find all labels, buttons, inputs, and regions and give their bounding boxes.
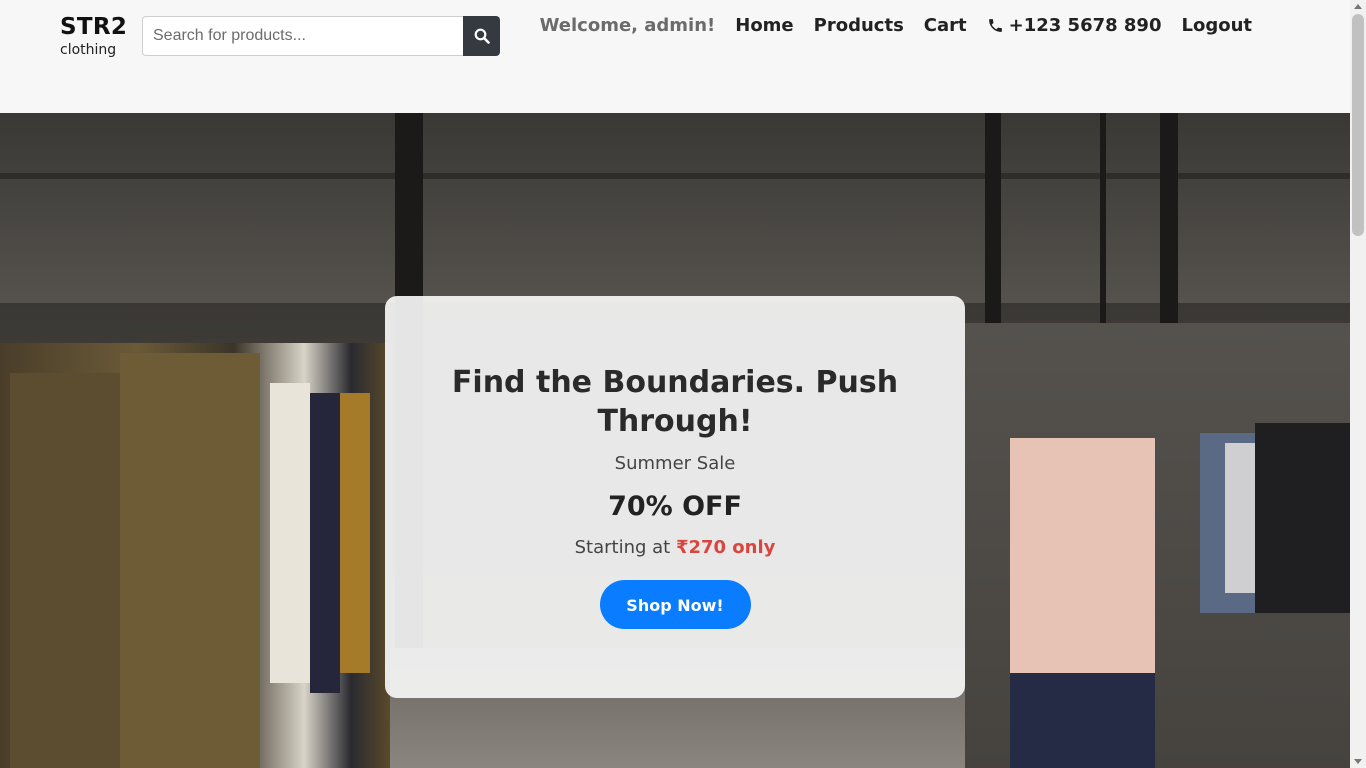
phone-number: +123 5678 890	[1008, 15, 1162, 36]
site-header: STR2 clothing Welcome, admin! Home Produ…	[0, 0, 1350, 113]
scrollbar-thumb[interactable]	[1352, 14, 1364, 236]
welcome-message: Welcome, admin!	[539, 15, 716, 36]
nav-phone-link[interactable]: +123 5678 890	[987, 15, 1162, 36]
nav-home-link[interactable]: Home	[735, 15, 793, 36]
nav-cart-link[interactable]: Cart	[924, 15, 967, 36]
search-form	[142, 16, 500, 56]
promo-price: ₹270 only	[675, 537, 776, 558]
nav-logout-link[interactable]: Logout	[1181, 15, 1252, 36]
main-nav: Welcome, admin! Home Products Cart +123 …	[540, 15, 1252, 36]
page: STR2 clothing Welcome, admin! Home Produ…	[0, 0, 1366, 768]
promo-headline: Find the Boundaries. Push Through!	[451, 365, 899, 439]
scroll-up-arrow-icon[interactable]	[1354, 4, 1362, 9]
shop-now-button[interactable]: Shop Now!	[599, 580, 751, 629]
page-scrollbar[interactable]	[1350, 0, 1366, 768]
promo-subtitle: Summer Sale	[614, 453, 736, 474]
phone-icon	[988, 19, 1002, 32]
brand-logo[interactable]: STR2 clothing	[60, 14, 128, 58]
brand-name: STR2	[60, 14, 128, 40]
nav-products-link[interactable]: Products	[814, 15, 904, 36]
hero-background-image	[0, 113, 1350, 303]
promo-discount: 70% OFF	[608, 491, 742, 522]
promo-starting-prefix: Starting at	[574, 537, 676, 558]
promo-starting-price: Starting at ₹270 only	[385, 537, 965, 558]
scroll-down-arrow-icon[interactable]	[1354, 759, 1362, 764]
magnifier-icon	[474, 28, 490, 44]
search-button[interactable]	[463, 16, 500, 56]
search-input[interactable]	[142, 16, 463, 56]
promo-card: Find the Boundaries. Push Through! Summe…	[385, 296, 965, 698]
brand-tagline: clothing	[60, 42, 117, 58]
